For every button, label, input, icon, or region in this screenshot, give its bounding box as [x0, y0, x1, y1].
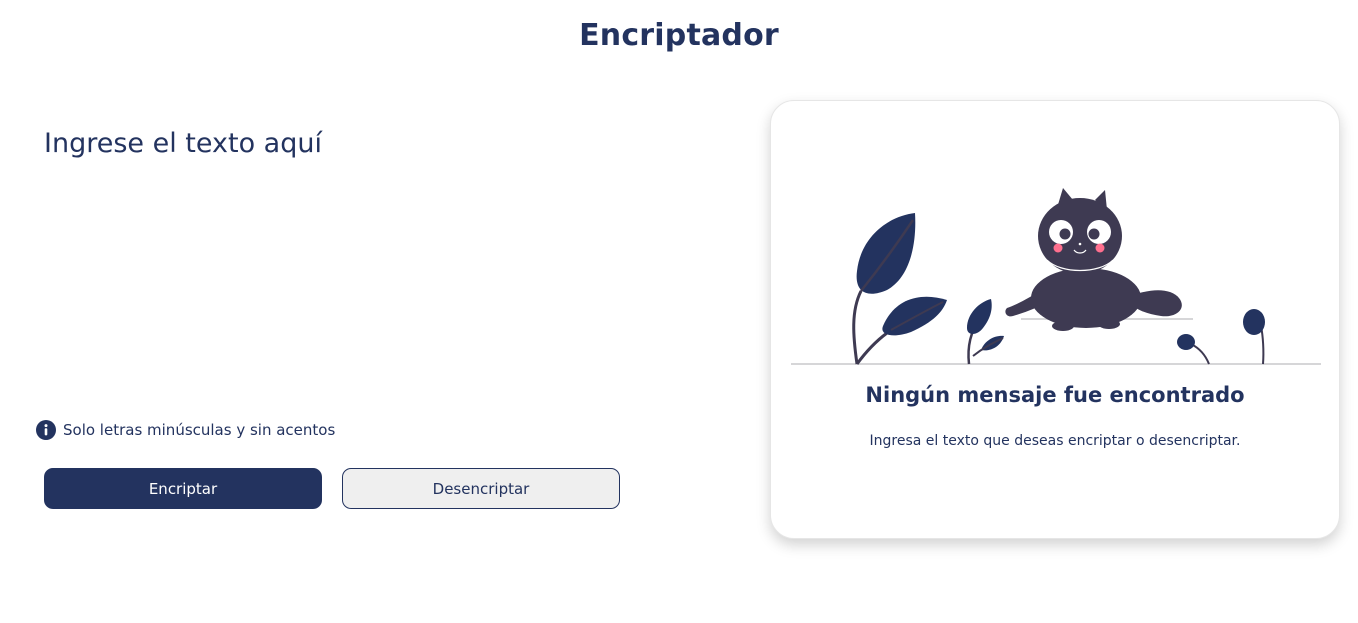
decrypt-button[interactable]: Desencriptar [342, 468, 620, 509]
info-icon [36, 420, 56, 440]
cat-with-plants-illustration [791, 188, 1321, 365]
message-input[interactable] [44, 128, 684, 388]
result-panel: Ningún mensaje fue encontrado Ingresa el… [770, 100, 1340, 539]
encrypt-button[interactable]: Encriptar [44, 468, 322, 509]
hint-text: Solo letras minúsculas y sin acentos [63, 421, 336, 439]
app-page: Encriptador Solo letras minúsculas y sin… [0, 0, 1358, 623]
empty-state-title: Ningún mensaje fue encontrado [865, 383, 1245, 407]
input-hint: Solo letras minúsculas y sin acentos [36, 420, 335, 440]
empty-state-description: Ingresa el texto que deseas encriptar o … [869, 433, 1241, 449]
page-title: Encriptador [579, 18, 779, 53]
